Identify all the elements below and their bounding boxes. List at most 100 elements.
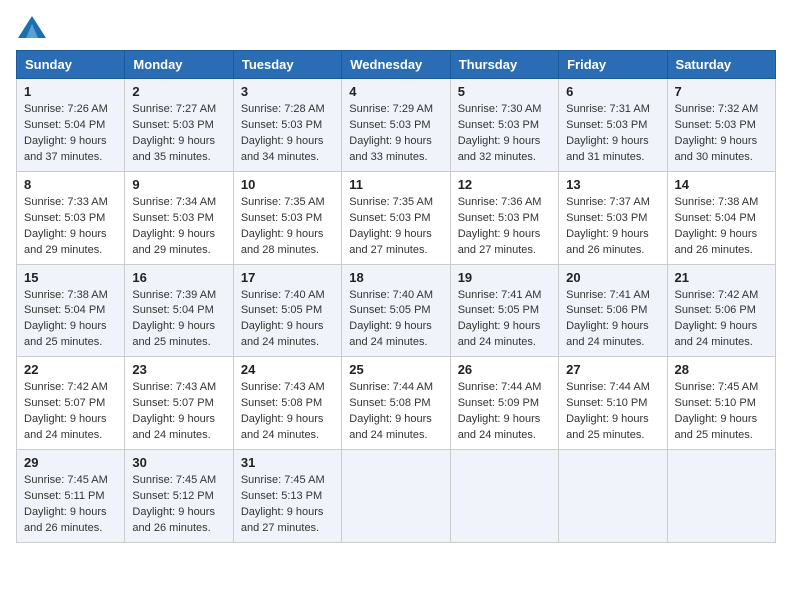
calendar-day-cell: 17 Sunrise: 7:40 AM Sunset: 5:05 PM Dayli…: [233, 264, 341, 357]
day-number: 5: [458, 84, 551, 99]
calendar-day-cell: 20 Sunrise: 7:41 AM Sunset: 5:06 PM Dayli…: [559, 264, 667, 357]
day-info: Sunrise: 7:37 AM Sunset: 5:03 PM Dayligh…: [566, 195, 659, 259]
day-number: 9: [132, 177, 225, 192]
day-info: Sunrise: 7:44 AM Sunset: 5:08 PM Dayligh…: [349, 380, 442, 444]
day-number: 3: [241, 84, 334, 99]
day-number: 22: [24, 362, 117, 377]
calendar-day-cell: 7Sunrise: 7:32 AM Sunset: 5:03 PM Daylig…: [667, 79, 775, 172]
day-info: Sunrise: 7:35 AM Sunset: 5:03 PM Dayligh…: [349, 195, 442, 259]
calendar-day-cell: 4 Sunrise: 7:29 AM Sunset: 5:03 PM Daylig…: [342, 79, 450, 172]
day-info: Sunrise: 7:39 AM Sunset: 5:04 PM Dayligh…: [132, 288, 225, 352]
day-info: Sunrise: 7:34 AM Sunset: 5:03 PM Dayligh…: [132, 195, 225, 259]
calendar-day-cell: 13 Sunrise: 7:37 AM Sunset: 5:03 PM Dayli…: [559, 171, 667, 264]
day-number: 12: [458, 177, 551, 192]
day-info: Sunrise: 7:45 AM Sunset: 5:11 PM Dayligh…: [24, 473, 117, 537]
day-info: Sunrise: 7:30 AM Sunset: 5:03 PM Dayligh…: [458, 102, 551, 166]
calendar-day-cell: [667, 450, 775, 543]
calendar-day-cell: 11 Sunrise: 7:35 AM Sunset: 5:03 PM Dayli…: [342, 171, 450, 264]
calendar-day-cell: 29 Sunrise: 7:45 AM Sunset: 5:11 PM Dayli…: [17, 450, 125, 543]
day-info: Sunrise: 7:41 AM Sunset: 5:05 PM Dayligh…: [458, 288, 551, 352]
day-number: 6: [566, 84, 659, 99]
calendar-day-cell: 30 Sunrise: 7:45 AM Sunset: 5:12 PM Dayli…: [125, 450, 233, 543]
day-info: Sunrise: 7:44 AM Sunset: 5:09 PM Dayligh…: [458, 380, 551, 444]
day-of-week-header: Sunday: [17, 51, 125, 79]
calendar-day-cell: 25 Sunrise: 7:44 AM Sunset: 5:08 PM Dayli…: [342, 357, 450, 450]
calendar-day-cell: 16 Sunrise: 7:39 AM Sunset: 5:04 PM Dayli…: [125, 264, 233, 357]
day-info: Sunrise: 7:45 AM Sunset: 5:10 PM Dayligh…: [675, 380, 768, 444]
calendar-day-cell: 10 Sunrise: 7:35 AM Sunset: 5:03 PM Dayli…: [233, 171, 341, 264]
day-number: 28: [675, 362, 768, 377]
day-number: 4: [349, 84, 442, 99]
day-number: 13: [566, 177, 659, 192]
calendar-table: SundayMondayTuesdayWednesdayThursdayFrid…: [16, 50, 776, 543]
calendar-day-cell: 2 Sunrise: 7:27 AM Sunset: 5:03 PM Daylig…: [125, 79, 233, 172]
day-info: Sunrise: 7:42 AM Sunset: 5:07 PM Dayligh…: [24, 380, 117, 444]
calendar-week-row: 15 Sunrise: 7:38 AM Sunset: 5:04 PM Dayli…: [17, 264, 776, 357]
day-number: 18: [349, 270, 442, 285]
day-info: Sunrise: 7:45 AM Sunset: 5:12 PM Dayligh…: [132, 473, 225, 537]
day-number: 17: [241, 270, 334, 285]
calendar-day-cell: [450, 450, 558, 543]
day-number: 1: [24, 84, 117, 99]
day-info: Sunrise: 7:31 AM Sunset: 5:03 PM Dayligh…: [566, 102, 659, 166]
calendar-day-cell: 22 Sunrise: 7:42 AM Sunset: 5:07 PM Dayli…: [17, 357, 125, 450]
calendar-day-cell: 19Sunrise: 7:41 AM Sunset: 5:05 PM Dayli…: [450, 264, 558, 357]
calendar-day-cell: 18Sunrise: 7:40 AM Sunset: 5:05 PM Dayli…: [342, 264, 450, 357]
logo-icon: [18, 16, 46, 38]
day-number: 20: [566, 270, 659, 285]
day-number: 15: [24, 270, 117, 285]
day-of-week-header: Thursday: [450, 51, 558, 79]
day-number: 14: [675, 177, 768, 192]
day-number: 2: [132, 84, 225, 99]
day-of-week-header: Tuesday: [233, 51, 341, 79]
day-number: 25: [349, 362, 442, 377]
calendar-day-cell: 8Sunrise: 7:33 AM Sunset: 5:03 PM Daylig…: [17, 171, 125, 264]
day-info: Sunrise: 7:35 AM Sunset: 5:03 PM Dayligh…: [241, 195, 334, 259]
day-number: 16: [132, 270, 225, 285]
day-info: Sunrise: 7:43 AM Sunset: 5:08 PM Dayligh…: [241, 380, 334, 444]
day-number: 21: [675, 270, 768, 285]
day-info: Sunrise: 7:42 AM Sunset: 5:06 PM Dayligh…: [675, 288, 768, 352]
day-info: Sunrise: 7:26 AM Sunset: 5:04 PM Dayligh…: [24, 102, 117, 166]
calendar-week-row: 1 Sunrise: 7:26 AM Sunset: 5:04 PM Daylig…: [17, 79, 776, 172]
calendar-day-cell: 15 Sunrise: 7:38 AM Sunset: 5:04 PM Dayli…: [17, 264, 125, 357]
day-info: Sunrise: 7:43 AM Sunset: 5:07 PM Dayligh…: [132, 380, 225, 444]
day-number: 8: [24, 177, 117, 192]
calendar-day-cell: 24 Sunrise: 7:43 AM Sunset: 5:08 PM Dayli…: [233, 357, 341, 450]
calendar-week-row: 22 Sunrise: 7:42 AM Sunset: 5:07 PM Dayli…: [17, 357, 776, 450]
calendar-day-cell: 31 Sunrise: 7:45 AM Sunset: 5:13 PM Dayli…: [233, 450, 341, 543]
day-number: 11: [349, 177, 442, 192]
day-of-week-header: Monday: [125, 51, 233, 79]
day-number: 30: [132, 455, 225, 470]
calendar-day-cell: 12 Sunrise: 7:36 AM Sunset: 5:03 PM Dayli…: [450, 171, 558, 264]
calendar-day-cell: [342, 450, 450, 543]
day-number: 10: [241, 177, 334, 192]
calendar-day-cell: 28 Sunrise: 7:45 AM Sunset: 5:10 PM Dayli…: [667, 357, 775, 450]
calendar-week-row: 29 Sunrise: 7:45 AM Sunset: 5:11 PM Dayli…: [17, 450, 776, 543]
day-number: 27: [566, 362, 659, 377]
day-info: Sunrise: 7:40 AM Sunset: 5:05 PM Dayligh…: [241, 288, 334, 352]
day-of-week-header: Friday: [559, 51, 667, 79]
calendar-day-cell: 21 Sunrise: 7:42 AM Sunset: 5:06 PM Dayli…: [667, 264, 775, 357]
day-number: 24: [241, 362, 334, 377]
day-of-week-header: Saturday: [667, 51, 775, 79]
day-info: Sunrise: 7:41 AM Sunset: 5:06 PM Dayligh…: [566, 288, 659, 352]
calendar-day-cell: 26Sunrise: 7:44 AM Sunset: 5:09 PM Dayli…: [450, 357, 558, 450]
day-info: Sunrise: 7:36 AM Sunset: 5:03 PM Dayligh…: [458, 195, 551, 259]
calendar-day-cell: 5 Sunrise: 7:30 AM Sunset: 5:03 PM Daylig…: [450, 79, 558, 172]
calendar-day-cell: [559, 450, 667, 543]
day-info: Sunrise: 7:29 AM Sunset: 5:03 PM Dayligh…: [349, 102, 442, 166]
calendar-day-cell: 23Sunrise: 7:43 AM Sunset: 5:07 PM Dayli…: [125, 357, 233, 450]
logo: [16, 16, 46, 38]
day-info: Sunrise: 7:28 AM Sunset: 5:03 PM Dayligh…: [241, 102, 334, 166]
calendar-day-cell: 14Sunrise: 7:38 AM Sunset: 5:04 PM Dayli…: [667, 171, 775, 264]
day-info: Sunrise: 7:45 AM Sunset: 5:13 PM Dayligh…: [241, 473, 334, 537]
day-of-week-header: Wednesday: [342, 51, 450, 79]
page-header: [16, 16, 776, 38]
day-number: 29: [24, 455, 117, 470]
day-info: Sunrise: 7:27 AM Sunset: 5:03 PM Dayligh…: [132, 102, 225, 166]
day-number: 7: [675, 84, 768, 99]
day-number: 31: [241, 455, 334, 470]
day-info: Sunrise: 7:38 AM Sunset: 5:04 PM Dayligh…: [24, 288, 117, 352]
calendar-week-row: 8Sunrise: 7:33 AM Sunset: 5:03 PM Daylig…: [17, 171, 776, 264]
